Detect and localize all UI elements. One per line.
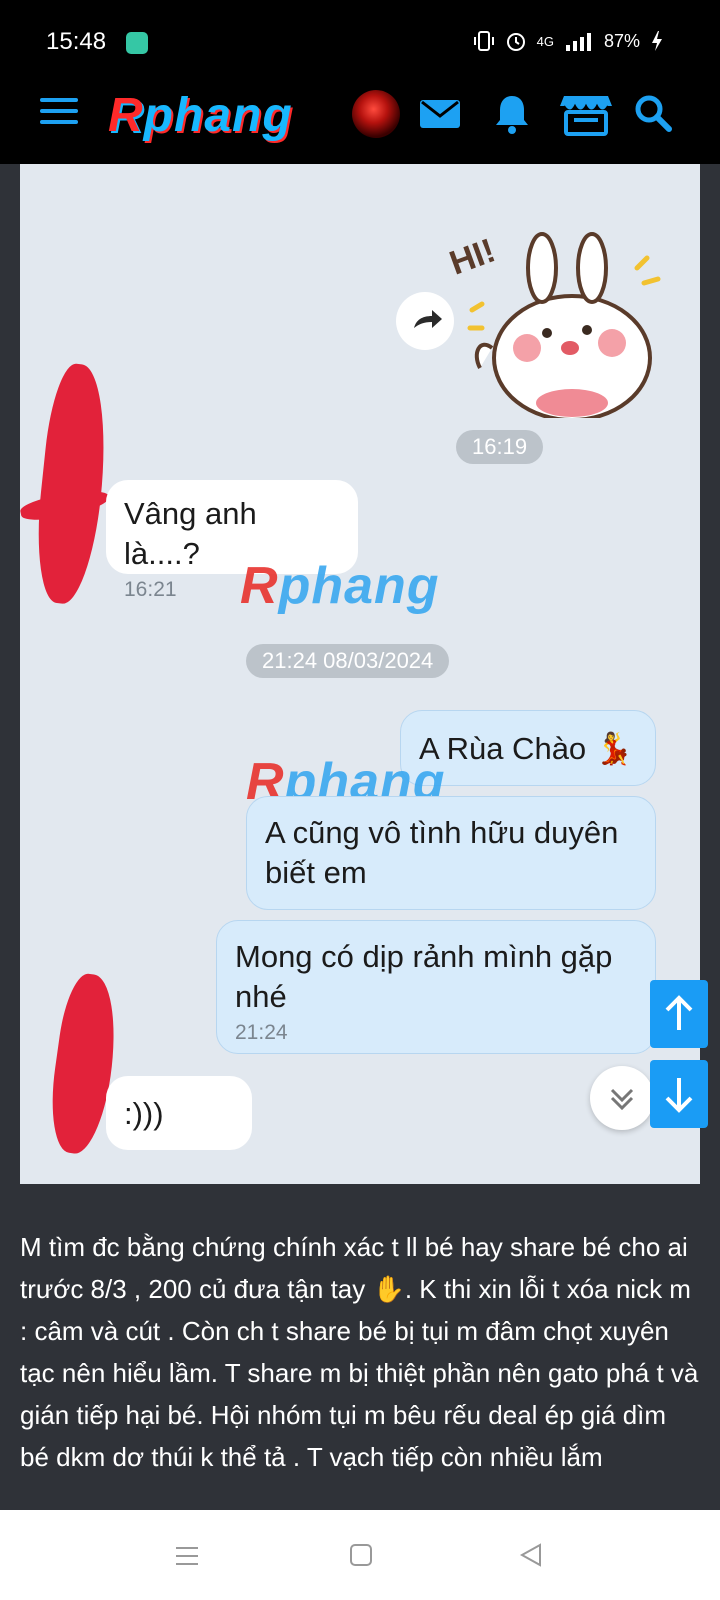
user-avatar[interactable] bbox=[352, 90, 400, 138]
battery-percent: 87% bbox=[603, 30, 640, 51]
search-icon[interactable] bbox=[632, 92, 676, 136]
scroll-to-bottom-button[interactable] bbox=[590, 1066, 654, 1130]
outgoing-message-3: Mong có dịp rảnh mình gặp nhé 21:24 bbox=[216, 920, 656, 1054]
battery-charging-icon bbox=[652, 31, 662, 51]
system-nav-bar bbox=[0, 1510, 720, 1600]
recent-apps-icon[interactable] bbox=[174, 1544, 200, 1568]
store-icon[interactable] bbox=[560, 92, 612, 136]
status-time: 15:48 bbox=[46, 28, 107, 55]
alarm-icon bbox=[506, 33, 525, 51]
network-type: 4G bbox=[536, 33, 554, 49]
date-pill: 21:24 08/03/2024 bbox=[246, 644, 450, 678]
bell-icon[interactable] bbox=[490, 92, 534, 136]
scroll-down-button[interactable] bbox=[650, 1060, 708, 1128]
incoming-message-1-text: Vâng anh là....? bbox=[124, 496, 257, 571]
chat-screenshot: HI! 16:19 Vâng anh là....? 16:21 Rphang … bbox=[20, 164, 700, 1184]
signal-icon bbox=[565, 33, 591, 51]
watermark-1: Rphang bbox=[240, 557, 440, 615]
incoming-message-2-text: :))) bbox=[124, 1096, 164, 1131]
home-icon[interactable] bbox=[348, 1542, 374, 1568]
post-body: M tìm đc bằng chứng chính xác t ll bé ha… bbox=[20, 1232, 699, 1472]
forward-button[interactable] bbox=[396, 292, 454, 350]
outgoing-message-3-time: 21:24 bbox=[235, 1021, 288, 1044]
outgoing-message-2-text: A cũng vô tình hữu duyên biết em bbox=[265, 815, 619, 890]
site-logo[interactable]: Rphang bbox=[108, 88, 293, 143]
vibrate-icon bbox=[473, 31, 494, 51]
outgoing-message-2: A cũng vô tình hữu duyên biết em bbox=[246, 796, 656, 910]
outgoing-message-1-text: A Rùa Chào 💃 bbox=[419, 731, 634, 766]
back-icon[interactable] bbox=[518, 1542, 544, 1568]
outgoing-message-3-text: Mong có dịp rảnh mình gặp nhé bbox=[235, 939, 613, 1014]
app-notification-icon bbox=[126, 32, 148, 54]
incoming-message-2: :))) bbox=[106, 1076, 252, 1150]
time-pill-1: 16:19 bbox=[456, 430, 544, 464]
redacted-avatar-1 bbox=[29, 361, 115, 607]
scroll-up-button[interactable] bbox=[650, 980, 708, 1048]
hi-bunny-sticker: HI! bbox=[445, 228, 662, 422]
mail-icon[interactable] bbox=[418, 92, 462, 136]
status-right: 4G 87% bbox=[473, 30, 664, 52]
status-bar: 15:48 4G 87% bbox=[0, 0, 720, 82]
menu-icon[interactable] bbox=[40, 98, 78, 128]
